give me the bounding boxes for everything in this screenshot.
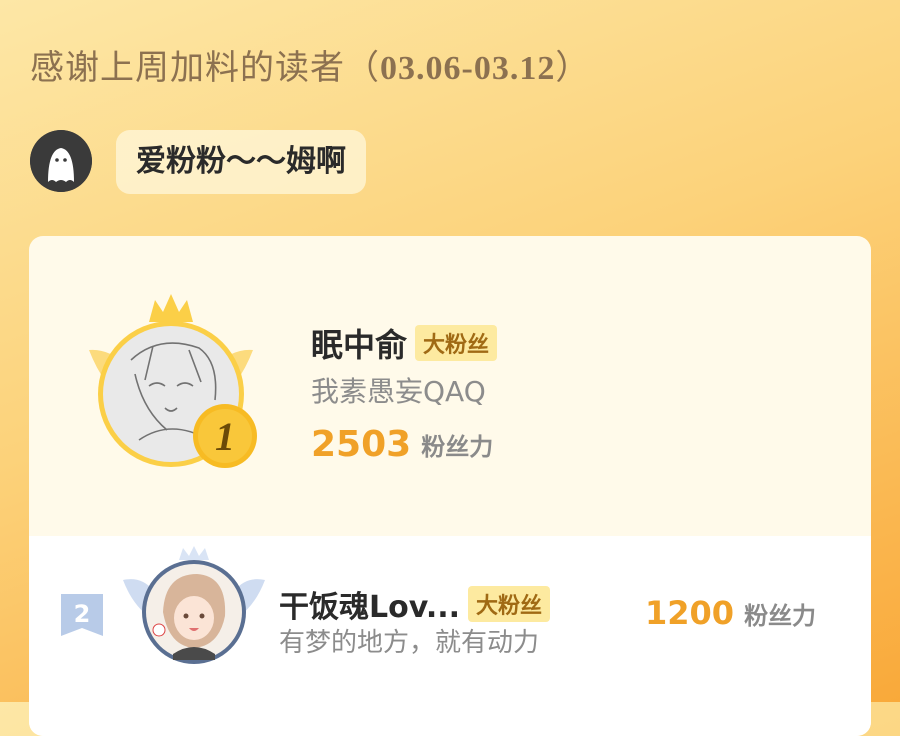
title-close: ） (555, 48, 591, 88)
rank-1-motto: 我素愚妄QAQ (311, 375, 486, 408)
rank-2-motto: 有梦的地方，就有动力 (279, 628, 540, 658)
rank-2-badge-icon: 2 (59, 592, 105, 638)
title-date-range: 03.06-03.12 (380, 50, 556, 87)
rank-1-number: 1 (215, 414, 235, 459)
page-title: 感谢上周加料的读者（03.06-03.12） (30, 40, 590, 89)
rank-2-fan-tag: 大粉丝 (468, 586, 551, 622)
rank-2-avatar[interactable] (119, 546, 269, 676)
rank-2-name-row[interactable]: 干饭魂Lov... 大粉丝 (279, 582, 551, 626)
rank-1-name-row[interactable]: 眠中俞 大粉丝 (311, 320, 498, 366)
rank-2-score: 1200 (645, 594, 735, 632)
fan-ranking-card: 1 眠中俞 大粉丝 我素愚妄QAQ 2503 粉丝力 2 干饭魂Lov... 大… (29, 236, 871, 736)
title-text: 感谢上周加料的读者（ (30, 48, 380, 88)
rank-2-score-unit: 粉丝力 (744, 601, 817, 630)
author-name[interactable]: 爱粉粉～～姆啊 (116, 130, 366, 194)
ghost-avatar-icon[interactable] (30, 130, 92, 192)
rank-1-score: 2503 (311, 424, 412, 465)
crown-icon (179, 546, 209, 560)
rank-1-score-row: 2503 粉丝力 (311, 424, 493, 465)
rank-1-name[interactable]: 眠中俞 (311, 326, 407, 364)
rank-1-avatar[interactable]: 1 (69, 290, 273, 480)
rank-1-fan-tag: 大粉丝 (415, 325, 498, 361)
rank-2-name[interactable]: 干饭魂Lov... (279, 590, 460, 625)
crown-icon (149, 294, 193, 322)
rank-2-score-row: 1200 粉丝力 (645, 594, 816, 632)
rank-2-number: 2 (74, 600, 91, 628)
rank-1-score-unit: 粉丝力 (421, 433, 494, 461)
